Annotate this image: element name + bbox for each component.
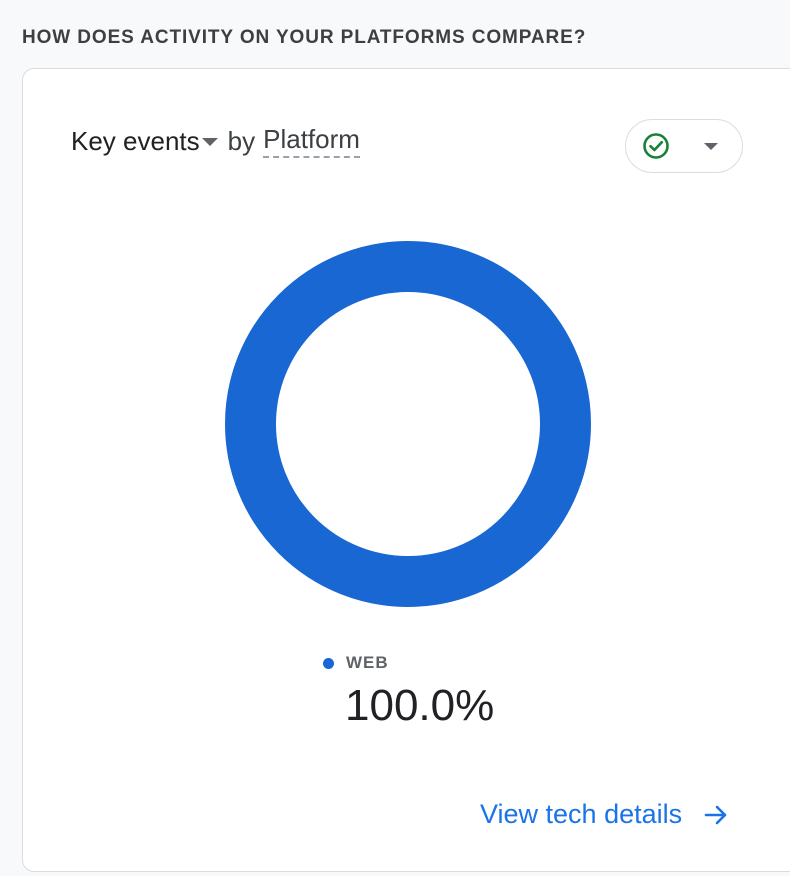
legend-value: 100.0% [345,681,495,730]
chart-legend: WEB [323,653,389,673]
view-tech-details-label: View tech details [480,799,683,829]
card-header: Key events by Platform [71,124,360,158]
section-title: HOW DOES ACTIVITY ON YOUR PLATFORMS COMP… [22,27,587,48]
donut-svg [225,241,591,607]
view-tech-details-link[interactable]: View tech details [480,799,730,830]
dimension-selector[interactable]: Platform [263,124,360,158]
caret-down-icon [201,138,218,146]
status-chip[interactable] [625,119,743,173]
by-label: by [227,125,256,156]
chevron-down-icon [704,143,718,150]
arrow-right-icon [704,805,727,824]
metric-dropdown[interactable]: Key events [71,126,228,157]
metric-label: Key events [71,125,200,156]
platform-card: Key events by Platform WEB 100.0% View t… [22,68,790,872]
legend-dot [323,657,334,669]
legend-label: WEB [346,653,389,672]
donut-slice-web[interactable] [225,241,591,607]
donut-chart [225,241,591,607]
check-circle-icon [643,133,669,159]
